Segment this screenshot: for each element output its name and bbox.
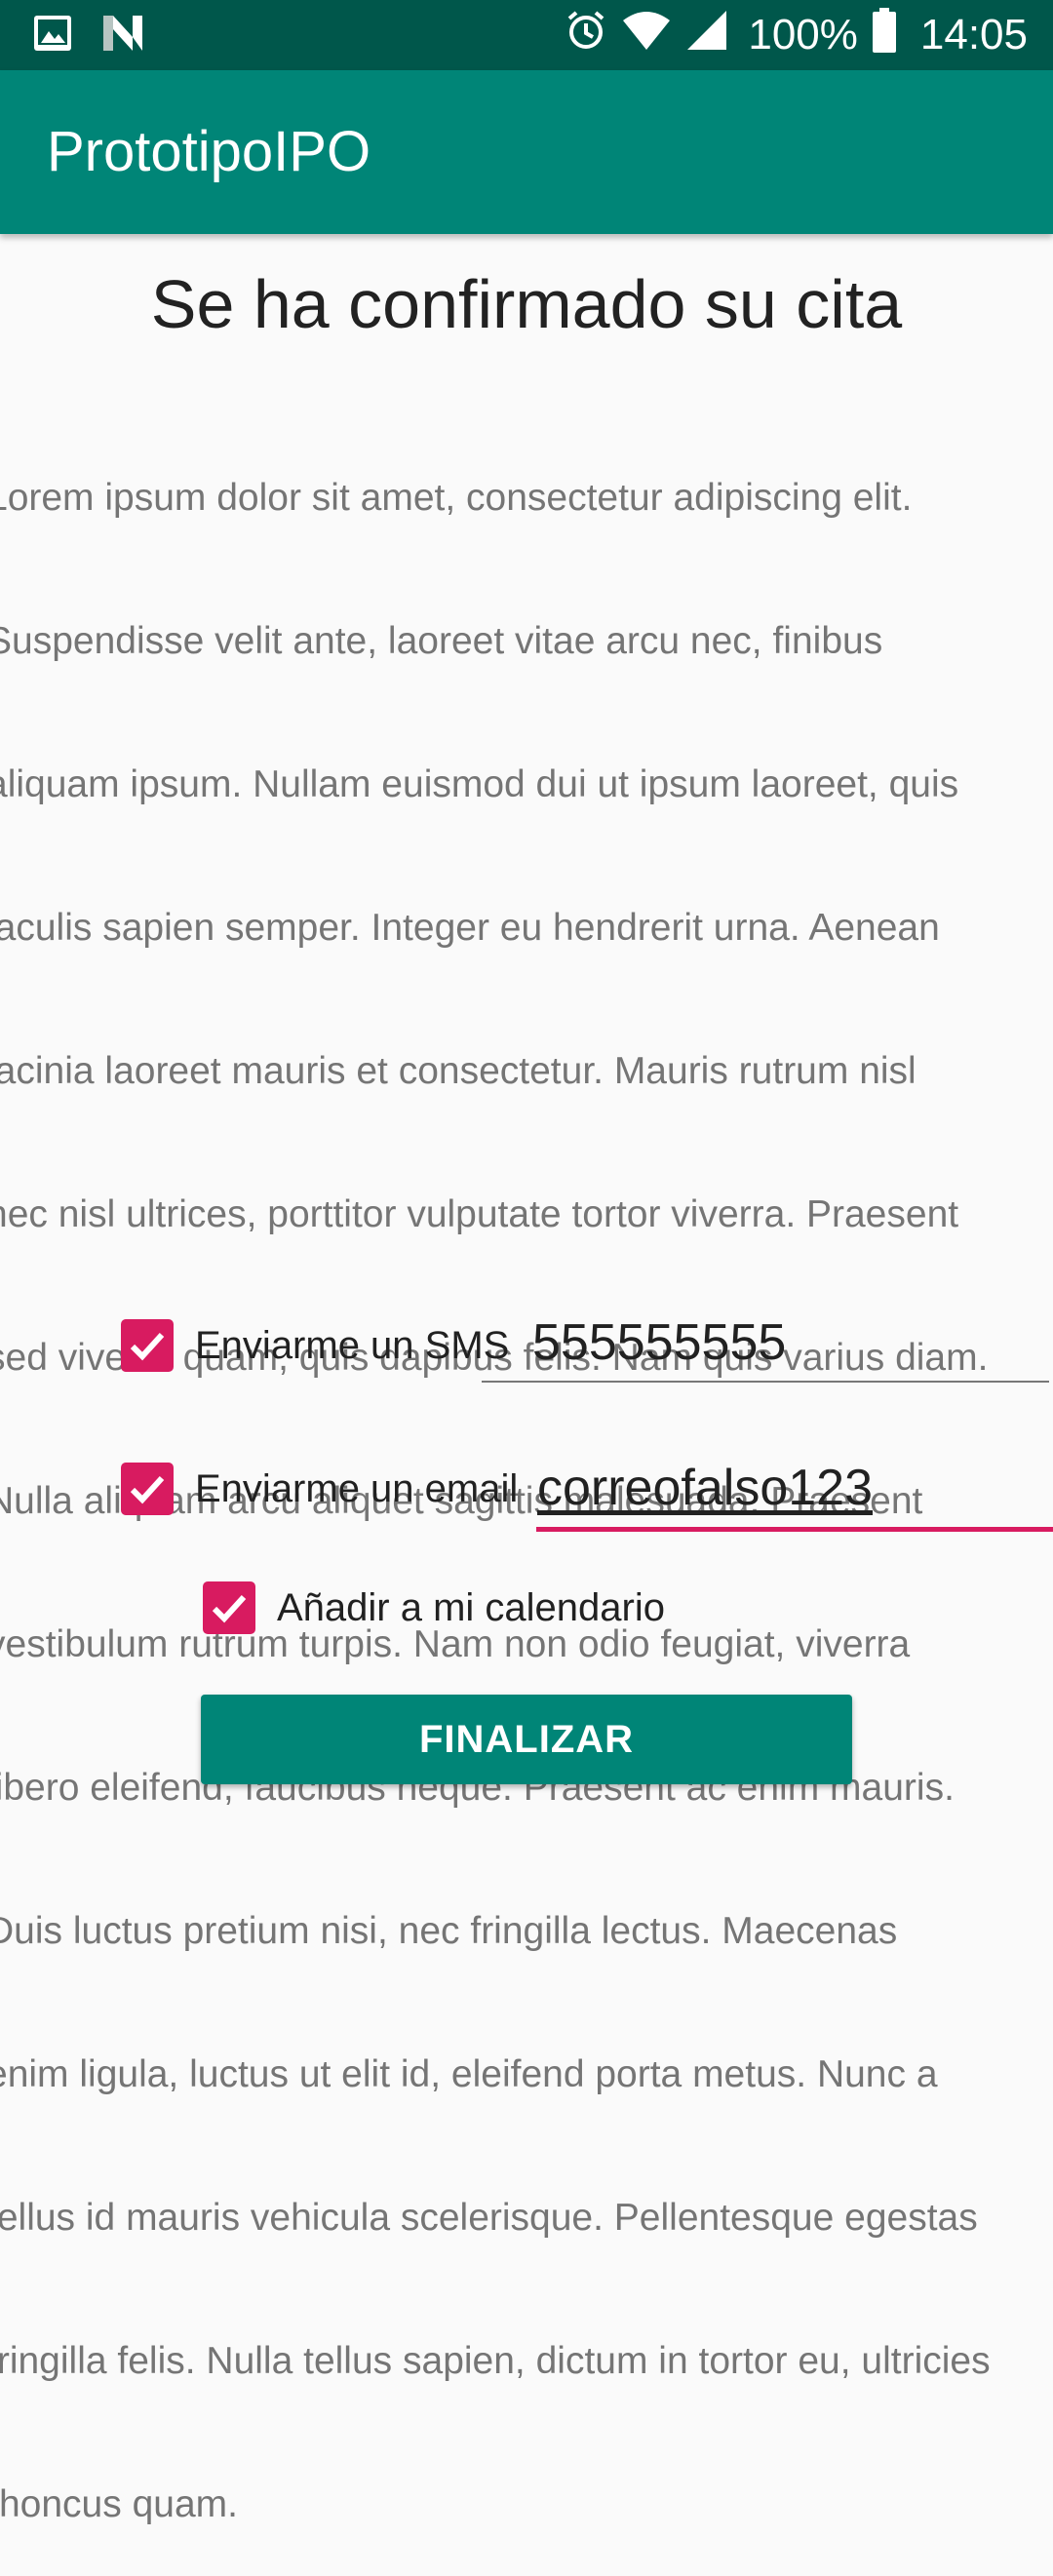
signal-icon <box>685 9 728 62</box>
app-bar: PrototipoIPO <box>0 70 1053 234</box>
finish-button[interactable]: FINALIZAR <box>201 1695 852 1784</box>
n-notification-icon <box>101 14 144 58</box>
description-line: lacinia laoreet mauris et consectetur. M… <box>0 1050 916 1092</box>
checkmark-icon <box>130 1475 165 1504</box>
description-line: aliquam ipsum. Nullam euismod dui ut ips… <box>0 763 959 805</box>
sms-phone-input[interactable]: 555555555 <box>532 1313 786 1372</box>
app-title: PrototipoIPO <box>47 120 371 183</box>
email-input[interactable]: correofalso123 <box>537 1459 873 1517</box>
email-input-underline-focused <box>536 1527 1053 1532</box>
description-line: enim ligula, luctus ut elit id, eleifend… <box>0 2053 938 2095</box>
description-line: iaculis sapien semper. Integer eu hendre… <box>0 907 940 949</box>
description-line: nec nisl ultrices, porttitor vulputate t… <box>0 1193 959 1235</box>
checkmark-icon <box>212 1594 247 1623</box>
sms-phone-input-underline <box>482 1381 1049 1383</box>
checkmark-icon <box>130 1332 165 1361</box>
wifi-icon <box>621 9 672 62</box>
description-line: Duis luctus pretium nisi, nec fringilla … <box>0 1910 898 1952</box>
description-line: Lorem ipsum dolor sit amet, consectetur … <box>0 477 913 519</box>
status-right-icons: 100% 14:05 <box>565 7 1028 63</box>
alarm-icon <box>565 9 607 62</box>
status-left-icons <box>33 14 144 58</box>
description-line: tellus id mauris vehicula scelerisque. P… <box>0 2197 978 2239</box>
status-bar: 100% 14:05 <box>0 0 1053 70</box>
status-clock: 14:05 <box>919 11 1028 59</box>
battery-icon <box>872 7 897 63</box>
calendar-checkbox[interactable] <box>203 1581 255 1634</box>
email-checkbox-label[interactable]: Enviarme un email <box>195 1467 518 1511</box>
description-line: Suspendisse velit ante, laoreet vitae ar… <box>0 620 883 662</box>
sms-checkbox[interactable] <box>121 1319 174 1372</box>
description-line: fringilla felis. Nulla tellus sapien, di… <box>0 2340 991 2382</box>
sms-checkbox-label[interactable]: Enviarme un SMS <box>195 1324 509 1368</box>
email-checkbox[interactable] <box>121 1463 174 1515</box>
description-line: rhoncus quam. <box>0 2483 238 2525</box>
battery-percentage: 100% <box>748 11 858 59</box>
page-title: Se ha confirmado su cita <box>150 266 903 342</box>
calendar-checkbox-label[interactable]: Añadir a mi calendario <box>277 1586 665 1630</box>
image-icon <box>33 14 72 58</box>
